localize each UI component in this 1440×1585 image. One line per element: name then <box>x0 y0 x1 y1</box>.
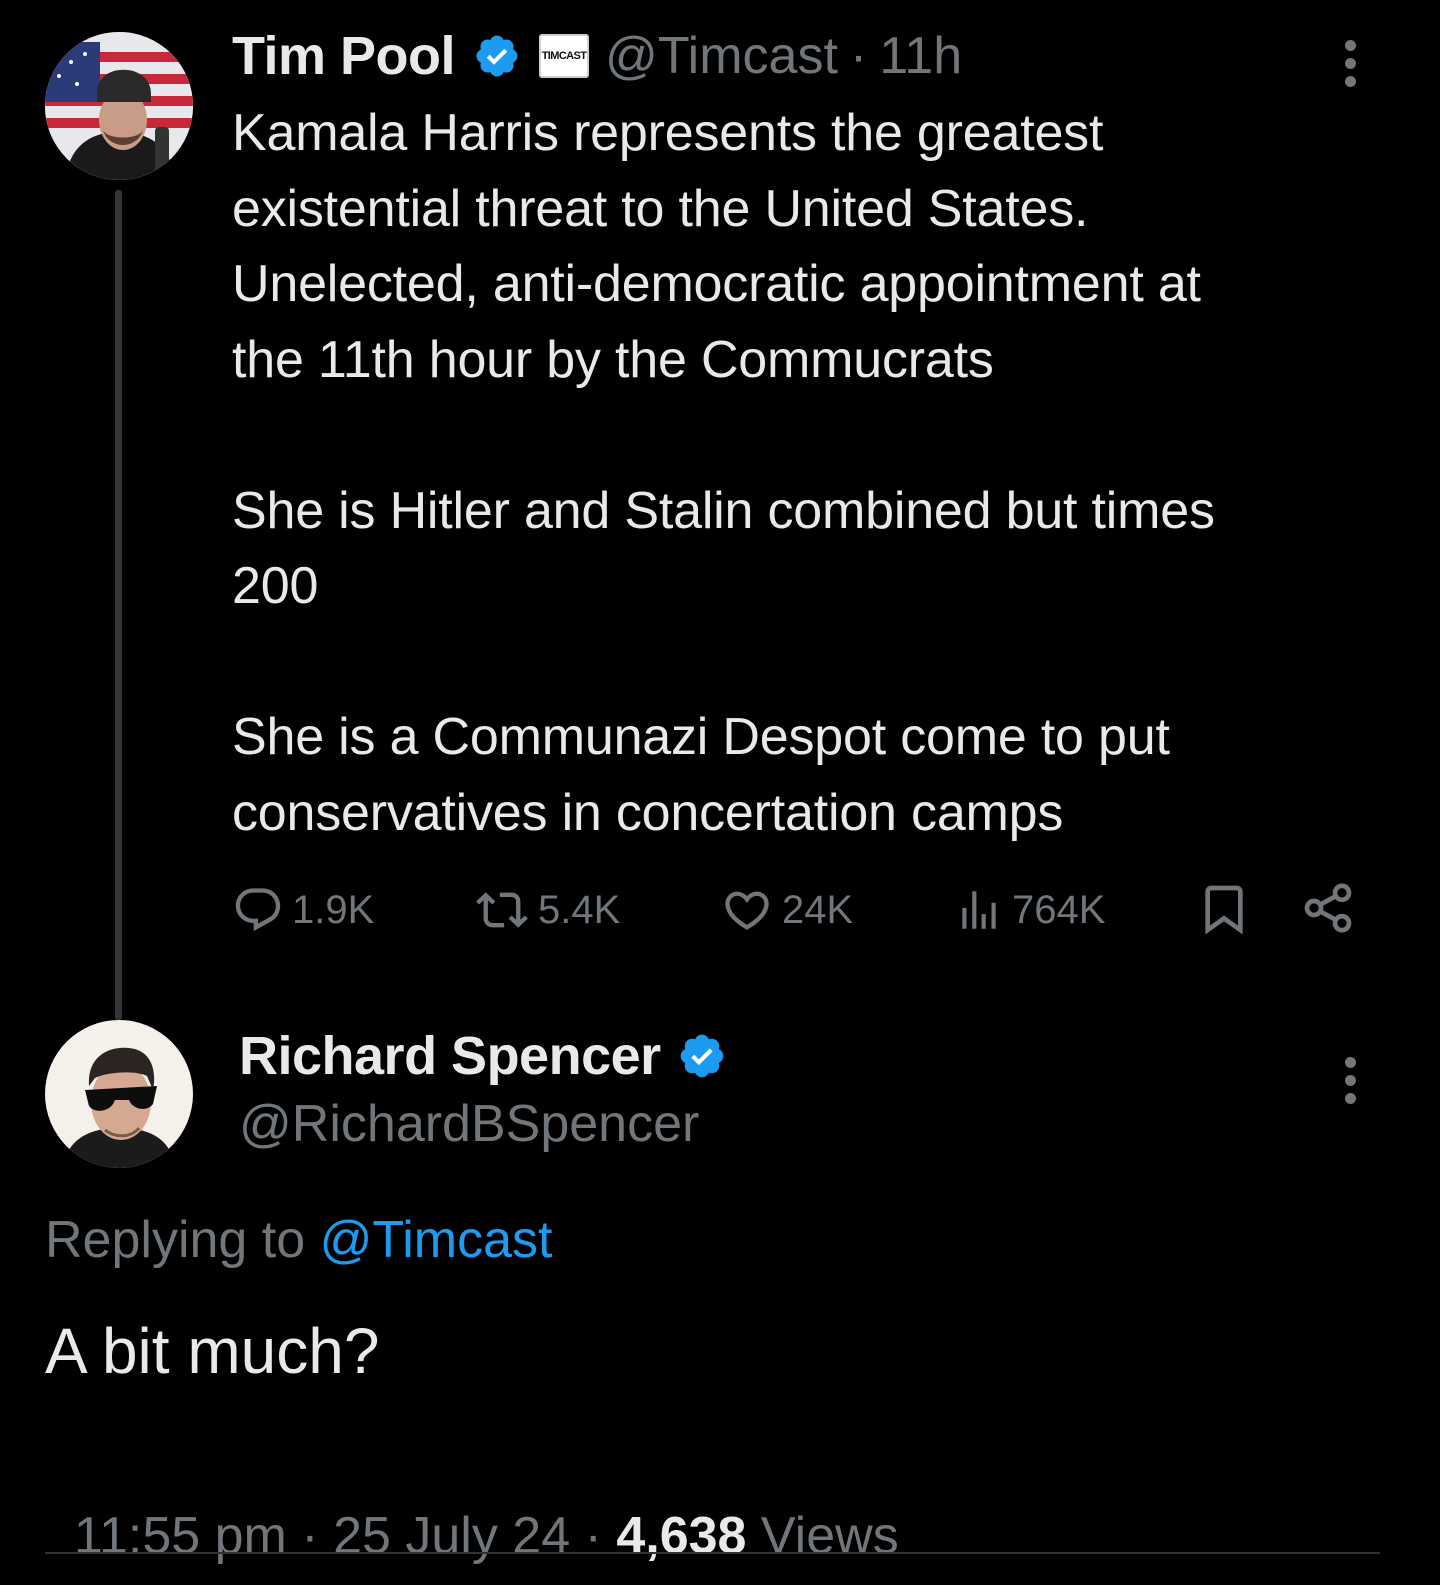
thread-line <box>115 190 122 1020</box>
author-handle[interactable]: @Timcast <box>605 26 838 86</box>
tweet-header: Tim Pool TIMCAST @Timcast · 11h <box>232 24 962 88</box>
like-count: 24K <box>782 887 854 932</box>
avatar-image <box>45 32 193 180</box>
like-button[interactable]: 24K <box>720 884 853 936</box>
reply-text: A bit much? <box>45 1315 380 1387</box>
reply-author-row: Richard Spencer <box>239 1024 727 1088</box>
views-icon <box>962 891 996 929</box>
reply-count: 1.9K <box>292 887 375 932</box>
avatar-image <box>45 1020 193 1168</box>
bookmark-button[interactable] <box>1196 880 1252 938</box>
reply-button[interactable]: 1.9K <box>232 884 374 936</box>
author-name[interactable]: Tim Pool <box>232 25 456 87</box>
reply-time[interactable]: 11:55 pm <box>74 1507 287 1565</box>
repost-button[interactable]: 5.4K <box>474 884 620 936</box>
verified-badge-icon <box>473 32 521 80</box>
meta-separator: · <box>570 1507 617 1565</box>
divider <box>45 1552 1380 1554</box>
meta-separator: · <box>286 1507 334 1565</box>
share-button[interactable] <box>1300 880 1356 936</box>
header-separator: · <box>849 27 868 85</box>
tweet-time-ago[interactable]: 11h <box>879 26 962 86</box>
replying-to-handle-link[interactable]: @Timcast <box>320 1211 553 1269</box>
bookmark-icon <box>1205 885 1243 935</box>
affiliate-badge[interactable]: TIMCAST <box>539 34 590 78</box>
like-icon <box>725 891 769 930</box>
reply-views-count: 4,638 <box>616 1507 747 1565</box>
tweet-text: Kamala Harris represents the greatest ex… <box>232 104 1215 842</box>
reply-author-handle[interactable]: @RichardBSpencer <box>239 1094 699 1154</box>
repost-count: 5.4K <box>538 887 621 932</box>
avatar-tim-pool[interactable] <box>45 32 193 180</box>
reply-icon <box>235 888 281 932</box>
reply-author-name[interactable]: Richard Spencer <box>239 1025 661 1087</box>
more-icon[interactable] <box>1345 40 1356 87</box>
repost-icon <box>476 892 528 928</box>
verified-badge-icon <box>677 1031 727 1081</box>
replying-to-label: Replying to <box>45 1211 320 1269</box>
more-icon[interactable] <box>1345 1057 1356 1104</box>
replying-to: Replying to @Timcast <box>45 1210 552 1270</box>
share-icon <box>1304 883 1352 933</box>
affiliate-badge-label: TIMCAST <box>541 50 587 62</box>
views-count: 764K <box>1012 887 1106 932</box>
avatar-richard-spencer[interactable] <box>45 1020 193 1168</box>
reply-date[interactable]: 25 July 24 <box>333 1507 570 1565</box>
reply-meta: 11:55 pm · 25 July 24 · 4,638 Views <box>45 1446 899 1566</box>
reply-views-label: Views <box>746 1507 899 1565</box>
views-button[interactable]: 764K <box>954 884 1105 936</box>
